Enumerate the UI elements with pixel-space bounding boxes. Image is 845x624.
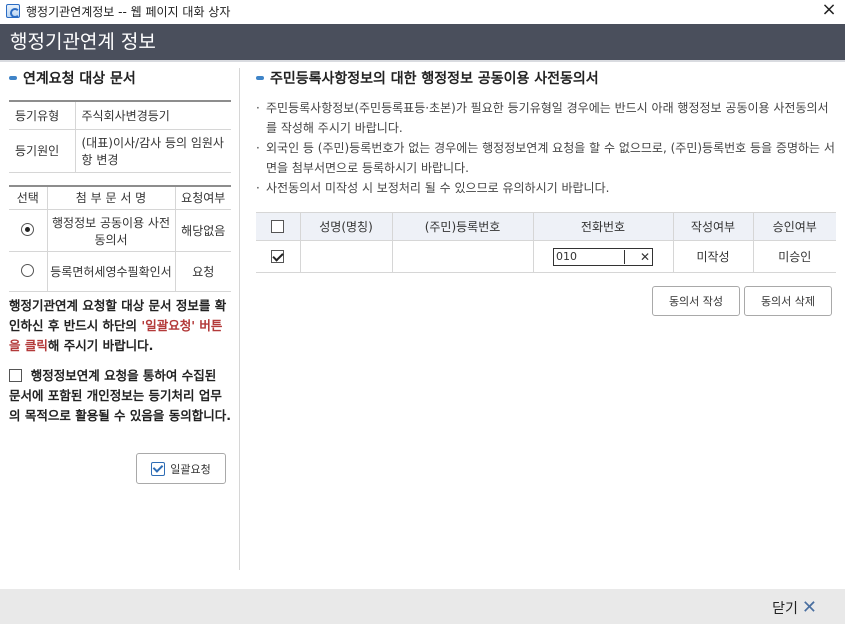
page-title: 행정기관연계 정보 — [10, 31, 156, 53]
note-item: 사전동의서 미작성 시 보정처리 될 수 있으므로 유의하시기 바랍니다. — [256, 178, 836, 198]
phone-cell: 010 ✕ — [532, 240, 673, 273]
divider — [239, 68, 240, 570]
document-row[interactable]: 행정정보 공동이용 사전동의서 해당없음 — [9, 209, 231, 252]
column-header: 선택 — [9, 185, 47, 210]
approval-status: 미승인 — [752, 240, 836, 273]
bulk-request-label: 일괄요청 — [170, 462, 211, 476]
document-radio[interactable] — [21, 222, 35, 236]
column-header: 전화번호 — [532, 212, 673, 241]
phone-value: 010 — [556, 250, 577, 263]
section-bullet-icon — [9, 76, 17, 80]
bulk-request-button[interactable]: 일괄요청 — [136, 453, 226, 484]
left-section-title: 연계요청 대상 문서 — [9, 66, 231, 90]
close-button[interactable]: 닫기 ✕ — [772, 597, 817, 618]
left-panel: 연계요청 대상 문서 등기유형 주식회사변경등기 등기원인 (대표)이사/감사 … — [9, 66, 231, 484]
info-row: 등기유형 주식회사변경등기 — [9, 101, 231, 130]
consent-table-header: 성명(명칭) (주민)등록번호 전화번호 작성여부 승인여부 — [256, 212, 836, 241]
page-header: 행정기관연계 정보 — [0, 24, 845, 62]
document-table: 선택 첨 부 문 서 명 요청여부 행정정보 공동이용 사전동의서 해당없음 등… — [9, 184, 231, 292]
phone-separator — [624, 249, 625, 264]
document-radio[interactable] — [21, 263, 35, 277]
column-header: 첨 부 문 서 명 — [46, 185, 175, 210]
right-panel: 주민등록사항정보의 대한 행정정보 공동이용 사전동의서 주민등록사항정보(주민… — [256, 66, 836, 316]
person-name — [299, 240, 392, 273]
consent-text: 행정정보연계 요청을 통하여 수집된 문서에 포함된 개인정보는 등기처리 업무… — [9, 368, 232, 423]
select-cell — [9, 209, 47, 252]
registration-number — [391, 240, 533, 273]
delete-consent-button[interactable]: 동의서 삭제 — [744, 286, 832, 316]
footer-bar: 닫기 ✕ — [0, 589, 845, 624]
right-section-title-text: 주민등록사항정보의 대한 행정정보 공동이용 사전동의서 — [270, 71, 599, 87]
window-title: 행정기관연계정보 -- 웹 페이지 대화 상자 — [26, 4, 231, 19]
notice-text: 행정기관연계 요청할 대상 문서 정보를 확인하신 후 반드시 하단의 '일괄요… — [9, 296, 231, 356]
select-all-checkbox[interactable] — [271, 219, 285, 233]
info-label: 등기원인 — [9, 129, 75, 173]
info-label: 등기유형 — [9, 101, 75, 130]
close-label: 닫기 — [772, 600, 798, 617]
close-icon: ✕ — [801, 597, 817, 618]
note-item: 외국인 등 (주민)등록번호가 없는 경우에는 행정정보연계 요청을 할 수 없… — [256, 138, 836, 178]
request-status: 해당없음 — [174, 209, 231, 252]
info-table: 등기유형 주식회사변경등기 등기원인 (대표)이사/감사 등의 임원사항 변경 — [9, 100, 231, 173]
table-row[interactable]: 010 ✕ 미작성 미승인 — [256, 240, 836, 273]
info-value: 주식회사변경등기 — [74, 101, 231, 130]
notice-part: 해 주시기 바랍니다. — [47, 338, 154, 353]
select-cell — [9, 251, 47, 292]
window-titlebar: 행정기관연계정보 -- 웹 페이지 대화 상자 × — [0, 0, 845, 22]
column-header: (주민)등록번호 — [391, 212, 533, 241]
phone-input[interactable]: 010 ✕ — [553, 247, 653, 266]
document-table-header: 선택 첨 부 문 서 명 요청여부 — [9, 185, 231, 210]
written-status: 미작성 — [672, 240, 753, 273]
document-name: 행정정보 공동이용 사전동의서 — [46, 209, 175, 252]
document-row[interactable]: 등록면허세영수필확인서 요청 — [9, 251, 231, 292]
request-status: 요청 — [174, 251, 231, 292]
column-header: 요청여부 — [174, 185, 231, 210]
check-icon — [151, 461, 166, 476]
column-header: 승인여부 — [752, 212, 836, 241]
consent-actions: 동의서 작성 동의서 삭제 — [652, 286, 832, 316]
section-bullet-icon — [256, 76, 264, 80]
info-row: 등기원인 (대표)이사/감사 등의 임원사항 변경 — [9, 129, 231, 173]
notes-list: 주민등록사항정보(주민등록표등·초본)가 필요한 등기유형일 경우에는 반드시 … — [256, 98, 836, 198]
column-header: 작성여부 — [672, 212, 753, 241]
note-item: 주민등록사항정보(주민등록표등·초본)가 필요한 등기유형일 경우에는 반드시 … — [256, 98, 836, 138]
row-checkbox[interactable] — [271, 249, 285, 263]
column-header: 성명(명칭) — [299, 212, 392, 241]
clear-icon[interactable]: ✕ — [640, 249, 650, 265]
info-value: (대표)이사/감사 등의 임원사항 변경 — [74, 129, 231, 173]
left-section-title-text: 연계요청 대상 문서 — [23, 71, 136, 87]
browser-icon — [6, 4, 20, 18]
consent-checkbox[interactable] — [9, 369, 22, 382]
close-icon[interactable]: × — [819, 0, 839, 20]
row-select-cell — [256, 240, 300, 273]
write-consent-button[interactable]: 동의서 작성 — [652, 286, 740, 316]
consent-block: 행정정보연계 요청을 통하여 수집된 문서에 포함된 개인정보는 등기처리 업무… — [9, 366, 231, 426]
document-name: 등록면허세영수필확인서 — [46, 251, 175, 292]
consent-table: 성명(명칭) (주민)등록번호 전화번호 작성여부 승인여부 010 ✕ 미작성… — [256, 212, 836, 273]
right-section-title: 주민등록사항정보의 대한 행정정보 공동이용 사전동의서 — [256, 66, 836, 90]
select-all-header — [256, 212, 300, 241]
